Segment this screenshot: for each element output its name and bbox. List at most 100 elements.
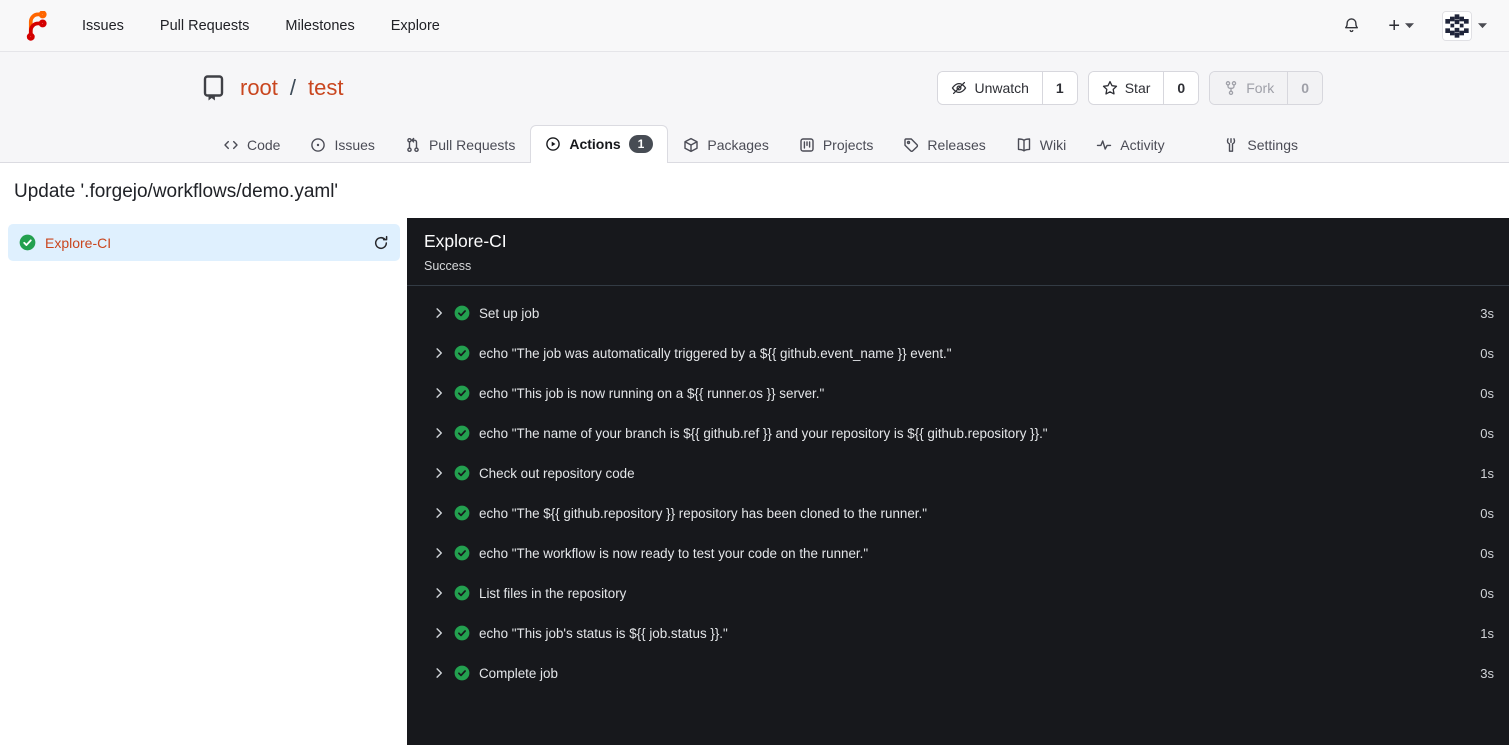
project-board-icon bbox=[800, 138, 814, 152]
repo-actions: Unwatch 1 Star 0 Fork 0 bbox=[937, 71, 1323, 105]
step-duration: 3s bbox=[1480, 665, 1494, 681]
chevron-right-icon bbox=[436, 428, 442, 438]
step-duration: 0s bbox=[1480, 425, 1494, 441]
step-row[interactable]: Complete job 3s bbox=[407, 653, 1509, 693]
repo-header: root / test Unwatch 1 Star 0 Fork 0 Code… bbox=[0, 52, 1509, 163]
user-menu[interactable] bbox=[1442, 10, 1487, 41]
pulse-icon bbox=[1097, 140, 1112, 150]
main-nav: Issues Pull Requests Milestones Explore bbox=[82, 18, 440, 34]
step-name: Complete job bbox=[479, 665, 558, 681]
settings-tool-icon bbox=[1227, 138, 1236, 152]
chevron-right-icon bbox=[436, 668, 442, 678]
page-title: Update '.forgejo/workflows/demo.yaml' bbox=[14, 181, 339, 202]
step-duration: 0s bbox=[1480, 545, 1494, 561]
job-name: Explore-CI bbox=[45, 234, 112, 251]
check-circle-icon bbox=[454, 345, 470, 361]
step-name: echo "This job's status is ${{ job.statu… bbox=[479, 625, 728, 641]
check-circle-icon bbox=[454, 585, 470, 601]
chevron-right-icon bbox=[436, 468, 442, 478]
step-row[interactable]: List files in the repository 0s bbox=[407, 573, 1509, 613]
check-circle-icon bbox=[454, 665, 470, 681]
steps-list: Set up job 3s echo "The job was automati… bbox=[407, 286, 1509, 693]
play-circle-icon bbox=[546, 136, 561, 151]
nav-pull-requests[interactable]: Pull Requests bbox=[160, 18, 249, 34]
job-panel-title: Explore-CI bbox=[424, 231, 507, 251]
check-circle-icon bbox=[19, 234, 36, 251]
step-row[interactable]: Check out repository code 1s bbox=[407, 453, 1509, 493]
stars-count[interactable]: 0 bbox=[1163, 72, 1199, 104]
book-icon bbox=[1017, 138, 1030, 152]
step-name: List files in the repository bbox=[479, 585, 627, 601]
step-name: echo "The name of your branch is ${{ git… bbox=[479, 425, 1048, 441]
tag-icon bbox=[904, 138, 919, 153]
repo-title: root / test bbox=[200, 73, 344, 103]
chevron-right-icon bbox=[436, 348, 442, 358]
pull-request-icon bbox=[407, 137, 419, 152]
step-row[interactable]: Set up job 3s bbox=[407, 293, 1509, 333]
tab-issues[interactable]: Issues bbox=[295, 127, 389, 163]
create-new-button[interactable]: + bbox=[1388, 16, 1414, 36]
chevron-right-icon bbox=[436, 588, 442, 598]
tab-actions[interactable]: Actions 1 bbox=[530, 124, 669, 163]
tab-code[interactable]: Code bbox=[208, 127, 295, 163]
fork-button[interactable]: Fork bbox=[1210, 72, 1288, 104]
bell-icon bbox=[1345, 18, 1359, 33]
jobs-sidebar: Explore-CI bbox=[0, 218, 407, 745]
plus-icon: + bbox=[1388, 14, 1400, 37]
top-navbar: Issues Pull Requests Milestones Explore … bbox=[0, 0, 1509, 52]
tab-settings[interactable]: Settings bbox=[1208, 127, 1313, 163]
chevron-right-icon bbox=[436, 308, 442, 318]
job-item-explore-ci[interactable]: Explore-CI bbox=[8, 224, 400, 261]
nav-explore[interactable]: Explore bbox=[391, 18, 440, 34]
tab-releases[interactable]: Releases bbox=[888, 127, 1000, 163]
step-duration: 1s bbox=[1480, 465, 1494, 481]
step-row[interactable]: echo "This job's status is ${{ job.statu… bbox=[407, 613, 1509, 653]
check-circle-icon bbox=[454, 425, 470, 441]
repo-icon bbox=[203, 75, 224, 101]
star-icon bbox=[1102, 80, 1117, 95]
step-name: echo "This job is now running on a ${{ r… bbox=[479, 385, 825, 401]
step-name: Check out repository code bbox=[479, 465, 635, 481]
issue-icon bbox=[311, 138, 326, 152]
job-panel-header: Explore-CI Success bbox=[407, 218, 1509, 286]
notifications-button[interactable] bbox=[1343, 17, 1360, 34]
repo-owner-link[interactable]: root bbox=[240, 75, 278, 101]
tab-activity[interactable]: Activity bbox=[1081, 127, 1179, 163]
step-duration: 0s bbox=[1480, 585, 1494, 601]
star-button-group: Star 0 bbox=[1087, 71, 1200, 105]
repo-tabs: Code Issues Pull Requests Actions 1 Pack… bbox=[0, 122, 1509, 163]
watchers-count[interactable]: 1 bbox=[1041, 72, 1077, 104]
rerun-icon[interactable] bbox=[373, 235, 389, 251]
navbar-right: + bbox=[1343, 10, 1487, 41]
repo-name-link[interactable]: test bbox=[308, 75, 343, 101]
chevron-right-icon bbox=[436, 548, 442, 558]
chevron-right-icon bbox=[436, 628, 442, 638]
unwatch-button[interactable]: Unwatch bbox=[938, 72, 1042, 104]
step-row[interactable]: echo "The name of your branch is ${{ git… bbox=[407, 413, 1509, 453]
nav-issues[interactable]: Issues bbox=[82, 18, 124, 34]
star-button[interactable]: Star bbox=[1088, 72, 1164, 104]
watch-button-group: Unwatch 1 bbox=[937, 71, 1078, 105]
step-row[interactable]: echo "The job was automatically triggere… bbox=[407, 333, 1509, 373]
code-icon bbox=[224, 140, 238, 150]
tab-packages[interactable]: Packages bbox=[668, 127, 783, 163]
check-circle-icon bbox=[454, 545, 470, 561]
eye-slash-icon bbox=[952, 81, 967, 95]
chevron-right-icon bbox=[436, 508, 442, 518]
step-name: echo "The job was automatically triggere… bbox=[479, 345, 952, 361]
tab-projects[interactable]: Projects bbox=[784, 127, 889, 163]
package-icon bbox=[684, 137, 699, 153]
nav-milestones[interactable]: Milestones bbox=[285, 18, 354, 34]
forks-count[interactable]: 0 bbox=[1287, 72, 1322, 104]
chevron-right-icon bbox=[436, 388, 442, 398]
step-row[interactable]: echo "The ${{ github.repository }} repos… bbox=[407, 493, 1509, 533]
step-duration: 0s bbox=[1480, 345, 1494, 361]
tab-pull-requests[interactable]: Pull Requests bbox=[390, 127, 530, 163]
forgejo-logo-icon[interactable] bbox=[22, 10, 52, 41]
step-row[interactable]: echo "The workflow is now ready to test … bbox=[407, 533, 1509, 573]
actions-count-badge: 1 bbox=[628, 134, 654, 153]
step-duration: 3s bbox=[1480, 305, 1494, 321]
tab-wiki[interactable]: Wiki bbox=[1001, 127, 1081, 163]
check-circle-icon bbox=[454, 465, 470, 481]
step-row[interactable]: echo "This job is now running on a ${{ r… bbox=[407, 373, 1509, 413]
